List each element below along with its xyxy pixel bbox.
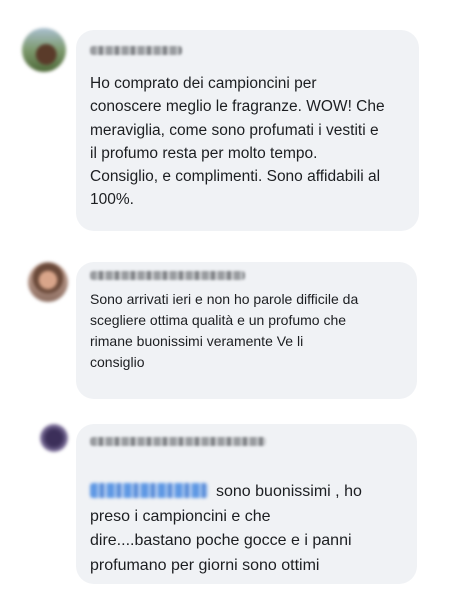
author-name-blurred[interactable] (90, 271, 245, 280)
comment-text: Ho comprato dei campioncini per conoscer… (90, 75, 385, 209)
avatar[interactable] (22, 28, 66, 72)
comment-text: Sono arrivati ieri e non ho parole diffi… (90, 291, 359, 370)
mention-tag-blurred[interactable] (90, 482, 208, 498)
author-name-blurred[interactable] (90, 437, 266, 446)
author-name-blurred[interactable] (90, 46, 182, 55)
avatar[interactable] (28, 262, 68, 302)
avatar[interactable] (40, 424, 68, 452)
comment-text-container: sono buonissimi , ho preso i campioncini… (90, 455, 415, 579)
